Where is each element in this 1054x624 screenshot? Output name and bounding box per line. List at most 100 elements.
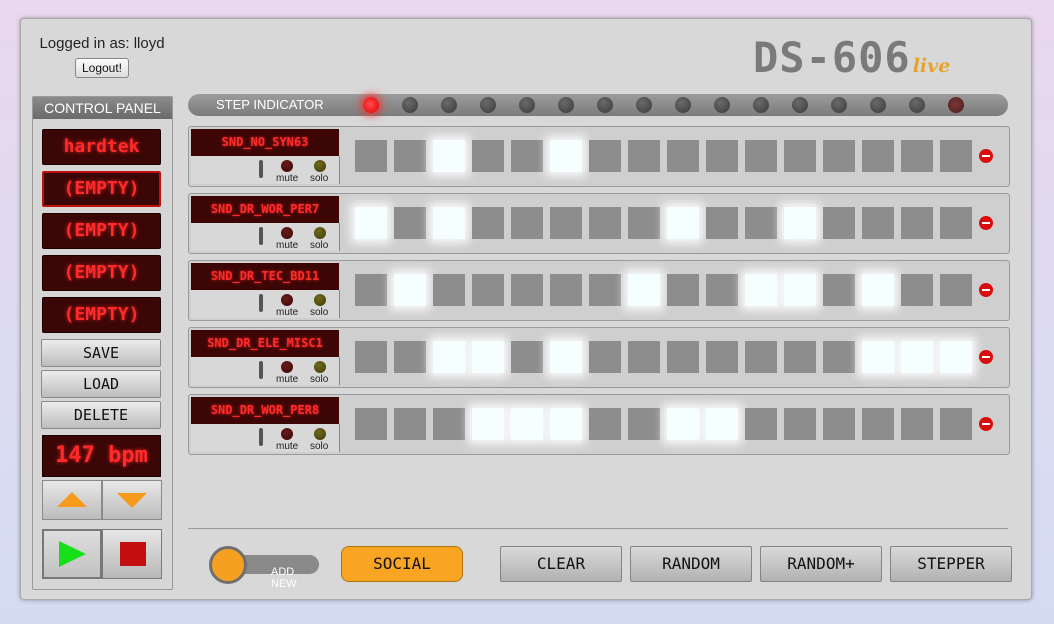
step-pad[interactable] bbox=[706, 341, 738, 373]
pattern-slot[interactable]: (EMPTY) bbox=[42, 297, 161, 333]
step-pad[interactable] bbox=[355, 341, 387, 373]
step-pad[interactable] bbox=[589, 140, 621, 172]
step-pad[interactable] bbox=[901, 408, 933, 440]
step-pad[interactable] bbox=[394, 408, 426, 440]
pattern-slot[interactable]: (EMPTY) bbox=[42, 213, 161, 249]
step-pad[interactable] bbox=[433, 140, 465, 172]
step-pad[interactable] bbox=[589, 207, 621, 239]
stepper-button[interactable]: STEPPER bbox=[890, 546, 1012, 582]
solo-led-icon[interactable] bbox=[314, 160, 326, 172]
mute-led-icon[interactable] bbox=[281, 294, 293, 306]
step-pad[interactable] bbox=[394, 341, 426, 373]
step-pad[interactable] bbox=[628, 207, 660, 239]
step-pad[interactable] bbox=[862, 140, 894, 172]
step-pad[interactable] bbox=[628, 341, 660, 373]
step-pad[interactable] bbox=[394, 274, 426, 306]
random-plus-button[interactable]: RANDOM+ bbox=[760, 546, 882, 582]
step-pad[interactable] bbox=[472, 207, 504, 239]
track-name[interactable]: SND_DR_WOR_PER7 bbox=[191, 196, 339, 223]
step-pad[interactable] bbox=[667, 140, 699, 172]
step-pad[interactable] bbox=[355, 207, 387, 239]
volume-slider[interactable] bbox=[259, 160, 263, 178]
step-pad[interactable] bbox=[823, 140, 855, 172]
pattern-slot[interactable]: (EMPTY) bbox=[42, 171, 161, 207]
solo-led-icon[interactable] bbox=[314, 294, 326, 306]
solo-led-icon[interactable] bbox=[314, 361, 326, 373]
track-name[interactable]: SND_DR_WOR_PER8 bbox=[191, 397, 339, 424]
remove-track-icon[interactable] bbox=[979, 417, 993, 431]
step-pad[interactable] bbox=[823, 408, 855, 440]
solo-led-icon[interactable] bbox=[314, 227, 326, 239]
step-pad[interactable] bbox=[862, 274, 894, 306]
step-pad[interactable] bbox=[862, 408, 894, 440]
step-pad[interactable] bbox=[823, 207, 855, 239]
step-pad[interactable] bbox=[589, 341, 621, 373]
step-pad[interactable] bbox=[745, 408, 777, 440]
step-pad[interactable] bbox=[472, 408, 504, 440]
step-pad[interactable] bbox=[745, 207, 777, 239]
step-pad[interactable] bbox=[394, 140, 426, 172]
step-pad[interactable] bbox=[706, 274, 738, 306]
load-button[interactable]: LOAD bbox=[41, 370, 161, 398]
step-pad[interactable] bbox=[433, 408, 465, 440]
step-pad[interactable] bbox=[511, 274, 543, 306]
volume-slider[interactable] bbox=[259, 294, 263, 312]
track-name[interactable]: SND_DR_TEC_BD11 bbox=[191, 263, 339, 290]
mute-led-icon[interactable] bbox=[281, 160, 293, 172]
save-button[interactable]: SAVE bbox=[41, 339, 161, 367]
solo-led-icon[interactable] bbox=[314, 428, 326, 440]
step-pad[interactable] bbox=[862, 207, 894, 239]
step-pad[interactable] bbox=[355, 140, 387, 172]
step-pad[interactable] bbox=[667, 341, 699, 373]
toggle-knob[interactable] bbox=[209, 546, 247, 584]
mute-led-icon[interactable] bbox=[281, 428, 293, 440]
play-button[interactable] bbox=[42, 529, 102, 579]
step-pad[interactable] bbox=[706, 408, 738, 440]
add-new-toggle[interactable]: ADD NEW bbox=[209, 546, 319, 590]
volume-slider[interactable] bbox=[259, 428, 263, 446]
step-pad[interactable] bbox=[550, 408, 582, 440]
step-pad[interactable] bbox=[589, 408, 621, 440]
step-pad[interactable] bbox=[667, 274, 699, 306]
logout-button[interactable]: Logout! bbox=[74, 58, 130, 78]
volume-slider[interactable] bbox=[259, 361, 263, 379]
track-name[interactable]: SND_DR_ELE_MISC1 bbox=[191, 330, 339, 357]
step-pad[interactable] bbox=[589, 274, 621, 306]
remove-track-icon[interactable] bbox=[979, 149, 993, 163]
mute-led-icon[interactable] bbox=[281, 227, 293, 239]
step-pad[interactable] bbox=[550, 140, 582, 172]
step-pad[interactable] bbox=[784, 140, 816, 172]
step-pad[interactable] bbox=[940, 274, 972, 306]
step-pad[interactable] bbox=[433, 274, 465, 306]
step-pad[interactable] bbox=[394, 207, 426, 239]
step-pad[interactable] bbox=[823, 274, 855, 306]
social-button[interactable]: SOCIAL bbox=[341, 546, 463, 582]
step-pad[interactable] bbox=[511, 140, 543, 172]
step-pad[interactable] bbox=[745, 341, 777, 373]
step-pad[interactable] bbox=[628, 408, 660, 440]
step-pad[interactable] bbox=[784, 274, 816, 306]
step-pad[interactable] bbox=[433, 341, 465, 373]
bpm-down-button[interactable] bbox=[102, 480, 162, 520]
remove-track-icon[interactable] bbox=[979, 350, 993, 364]
step-pad[interactable] bbox=[472, 274, 504, 306]
step-pad[interactable] bbox=[511, 207, 543, 239]
step-pad[interactable] bbox=[901, 140, 933, 172]
step-pad[interactable] bbox=[706, 207, 738, 239]
step-pad[interactable] bbox=[667, 207, 699, 239]
step-pad[interactable] bbox=[784, 207, 816, 239]
step-pad[interactable] bbox=[940, 408, 972, 440]
step-pad[interactable] bbox=[901, 207, 933, 239]
pattern-slot[interactable]: (EMPTY) bbox=[42, 255, 161, 291]
step-pad[interactable] bbox=[901, 341, 933, 373]
step-pad[interactable] bbox=[862, 341, 894, 373]
volume-slider[interactable] bbox=[259, 227, 263, 245]
clear-button[interactable]: CLEAR bbox=[500, 546, 622, 582]
random-button[interactable]: RANDOM bbox=[630, 546, 752, 582]
step-pad[interactable] bbox=[901, 274, 933, 306]
step-pad[interactable] bbox=[667, 408, 699, 440]
step-pad[interactable] bbox=[433, 207, 465, 239]
step-pad[interactable] bbox=[550, 274, 582, 306]
pattern-slot[interactable]: hardtek bbox=[42, 129, 161, 165]
delete-button[interactable]: DELETE bbox=[41, 401, 161, 429]
